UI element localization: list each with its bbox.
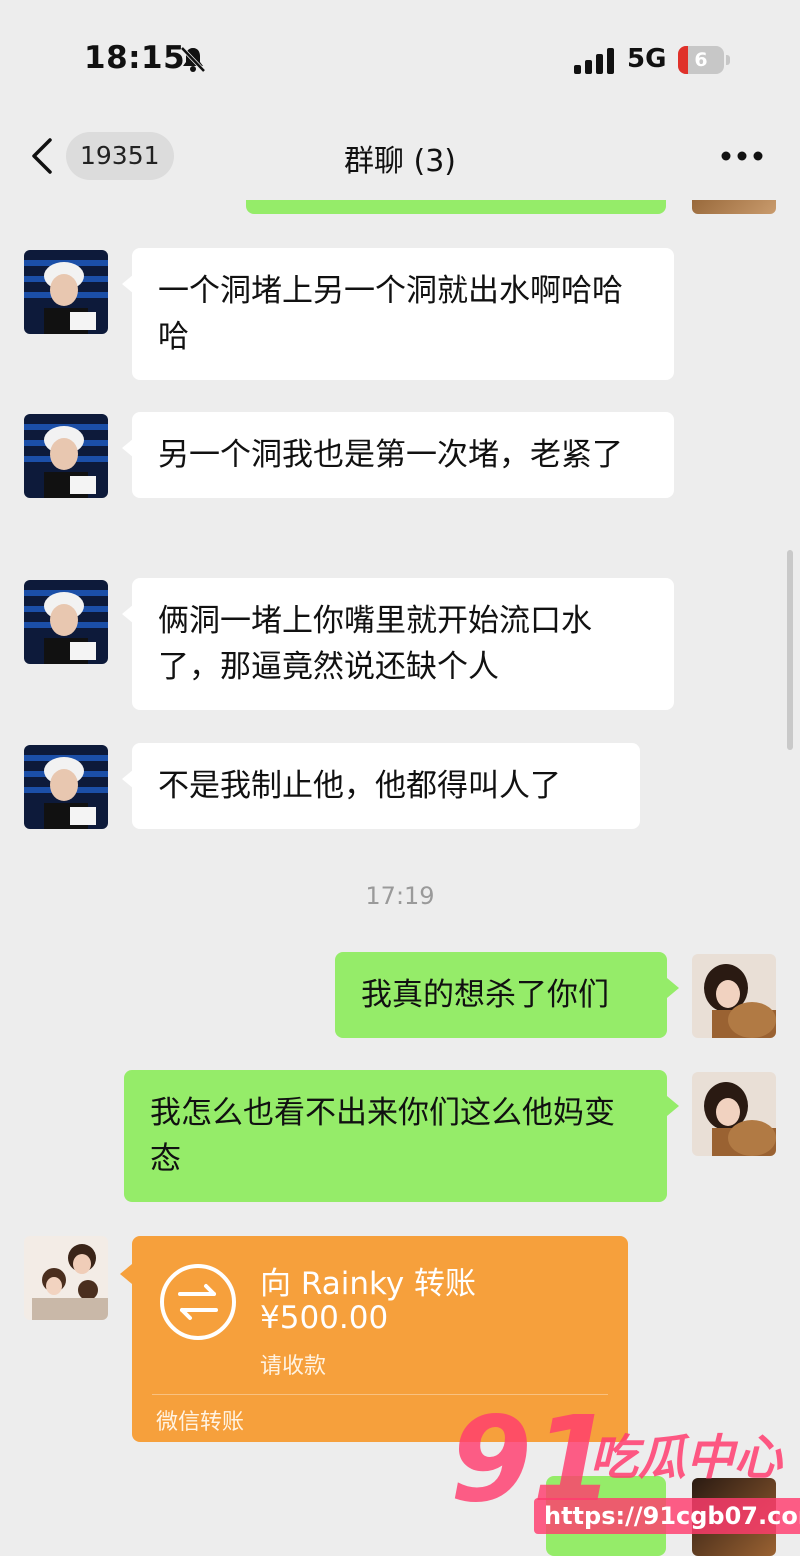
- more-icon[interactable]: [720, 150, 764, 162]
- signal-icon: [574, 48, 614, 74]
- battery-level: 6: [694, 49, 708, 71]
- bell-muted-icon: [180, 46, 206, 73]
- chat-area[interactable]: 一个洞堵上另一个洞就出水啊哈哈哈 另一个洞我也是第一次堵，老紧了 俩洞一堵上你嘴…: [0, 200, 800, 1556]
- status-bar: 18:15 5G 6: [0, 0, 800, 110]
- time-separator: 17:19: [365, 882, 435, 910]
- avatar[interactable]: [24, 414, 108, 498]
- watermark-url: https://91cgb07.com: [534, 1498, 800, 1534]
- avatar[interactable]: [692, 1072, 776, 1156]
- avatar[interactable]: [24, 580, 108, 664]
- scrollbar[interactable]: [787, 550, 793, 750]
- avatar[interactable]: [24, 1236, 108, 1320]
- message-bubble[interactable]: 我怎么也看不出来你们这么他妈变态: [124, 1070, 667, 1202]
- partial-green-bubble: [246, 200, 666, 214]
- avatar[interactable]: [24, 250, 108, 334]
- transfer-amount: ¥500.00: [260, 1300, 389, 1336]
- transfer-title: 向 Rainky 转账: [260, 1266, 477, 1302]
- message-bubble[interactable]: 不是我制止他，他都得叫人了: [132, 743, 640, 829]
- bubble-tail: [120, 1264, 132, 1284]
- transfer-footer: 微信转账: [156, 1410, 245, 1435]
- battery-icon: 6: [678, 46, 730, 74]
- chat-header: 19351 群聊 (3): [0, 110, 800, 200]
- avatar[interactable]: [24, 745, 108, 829]
- watermark-text: 吃瓜中心: [590, 1430, 783, 1486]
- message-bubble[interactable]: 一个洞堵上另一个洞就出水啊哈哈哈: [132, 248, 674, 380]
- message-bubble[interactable]: 另一个洞我也是第一次堵，老紧了: [132, 412, 674, 498]
- page-title: 群聊 (3): [343, 144, 457, 179]
- message-bubble[interactable]: 俩洞一堵上你嘴里就开始流口水了，那逼竟然说还缺个人: [132, 578, 674, 710]
- transfer-arrows-icon: [160, 1264, 236, 1340]
- watermark: 91 吃瓜中心 https://91cgb07.com: [440, 1390, 800, 1556]
- bubble-tail: [667, 1096, 679, 1116]
- status-time: 18:15: [84, 40, 186, 76]
- message-bubble[interactable]: 我真的想杀了你们: [335, 952, 667, 1038]
- network-type: 5G: [627, 44, 667, 74]
- avatar[interactable]: [692, 954, 776, 1038]
- bubble-tail: [667, 978, 679, 998]
- transfer-note: 请收款: [260, 1354, 327, 1379]
- partial-avatar: [692, 200, 776, 214]
